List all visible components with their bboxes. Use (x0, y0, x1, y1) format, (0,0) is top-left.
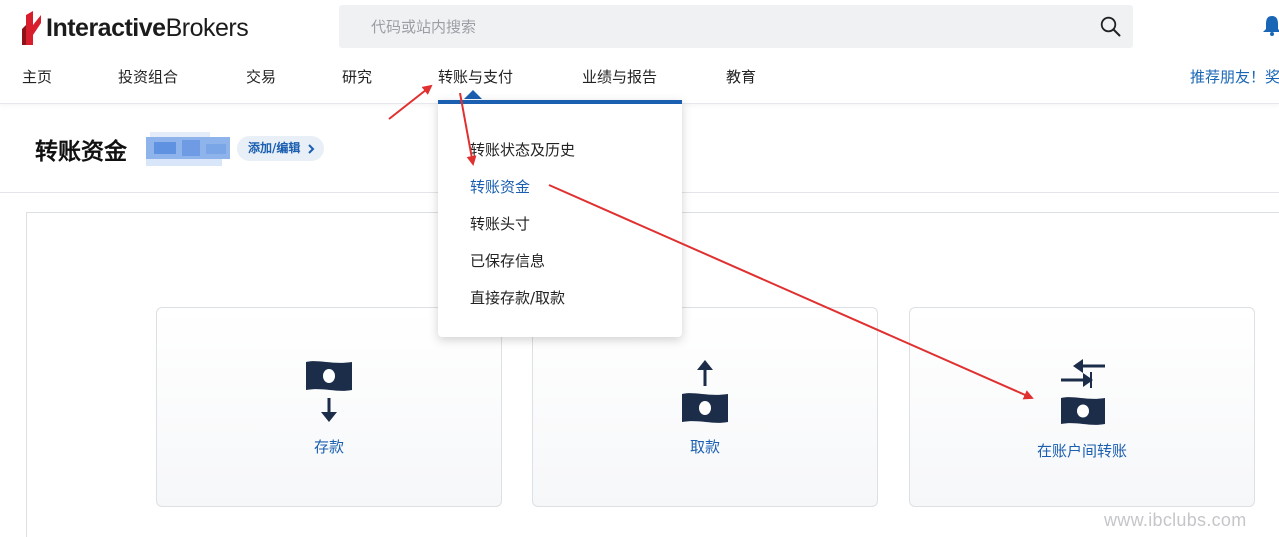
bell-icon[interactable] (1262, 14, 1279, 36)
site-search (339, 5, 1133, 48)
refer-friend-link[interactable]: 推荐朋友！奖 (1190, 66, 1279, 87)
withdraw-label: 取款 (689, 438, 720, 456)
account-id-redacted (146, 132, 230, 166)
nav-item-home[interactable]: 主页 (22, 66, 52, 87)
search-icon[interactable] (1100, 16, 1121, 37)
deposit-card[interactable]: 存款 (156, 307, 502, 507)
menu-item-transfer-positions[interactable]: 转账头寸 (470, 213, 530, 234)
ib-logo[interactable]: InteractiveBrokers (20, 10, 249, 46)
top-header: InteractiveBrokers 主页 投资组合 交易 研究 转账与支付 业… (0, 0, 1279, 104)
nav-item-trade[interactable]: 交易 (246, 66, 276, 87)
chevron-right-icon (308, 144, 315, 154)
nav-item-performance-reports[interactable]: 业绩与报告 (582, 66, 657, 87)
logo-text: InteractiveBrokers (46, 13, 249, 42)
search-input[interactable] (371, 17, 1071, 36)
watermark: www.ibclubs.com (1104, 510, 1247, 530)
withdraw-card[interactable]: 取款 (532, 307, 878, 507)
deposit-label: 存款 (313, 438, 344, 456)
nav-item-research[interactable]: 研究 (342, 66, 372, 87)
transfer-and-pay-dropdown: 转账状态及历史 转账资金 转账头寸 已保存信息 直接存款/取款 (438, 100, 682, 337)
page-title: 转账资金 (35, 139, 127, 165)
ib-logo-mark-icon (22, 11, 41, 45)
menu-item-saved-information[interactable]: 已保存信息 (470, 250, 545, 271)
active-nav-caret (464, 90, 482, 99)
transfer-between-accounts-label: 在账户间转账 (1036, 442, 1127, 460)
add-edit-label: 添加/编辑 (248, 141, 301, 155)
menu-item-direct-deposit-withdrawal[interactable]: 直接存款/取款 (470, 287, 565, 308)
menu-item-transfer-status-history[interactable]: 转账状态及历史 (470, 139, 575, 160)
page: InteractiveBrokers 主页 投资组合 交易 研究 转账与支付 业… (0, 0, 1279, 537)
transfer-between-accounts-icon (1061, 359, 1105, 425)
nav-item-transfer-and-pay[interactable]: 转账与支付 (438, 66, 513, 87)
transfer-between-accounts-card[interactable]: 在账户间转账 (909, 307, 1255, 507)
nav-item-education[interactable]: 教育 (726, 66, 756, 87)
add-edit-account-button[interactable]: 添加/编辑 (237, 136, 325, 161)
nav-item-portfolio[interactable]: 投资组合 (118, 66, 178, 87)
withdraw-icon (682, 360, 728, 423)
main-nav: 主页 投资组合 交易 研究 转账与支付 业绩与报告 教育 推荐朋友！奖 (0, 62, 1279, 92)
menu-item-transfer-funds[interactable]: 转账资金 (470, 176, 530, 197)
deposit-icon (306, 361, 352, 422)
